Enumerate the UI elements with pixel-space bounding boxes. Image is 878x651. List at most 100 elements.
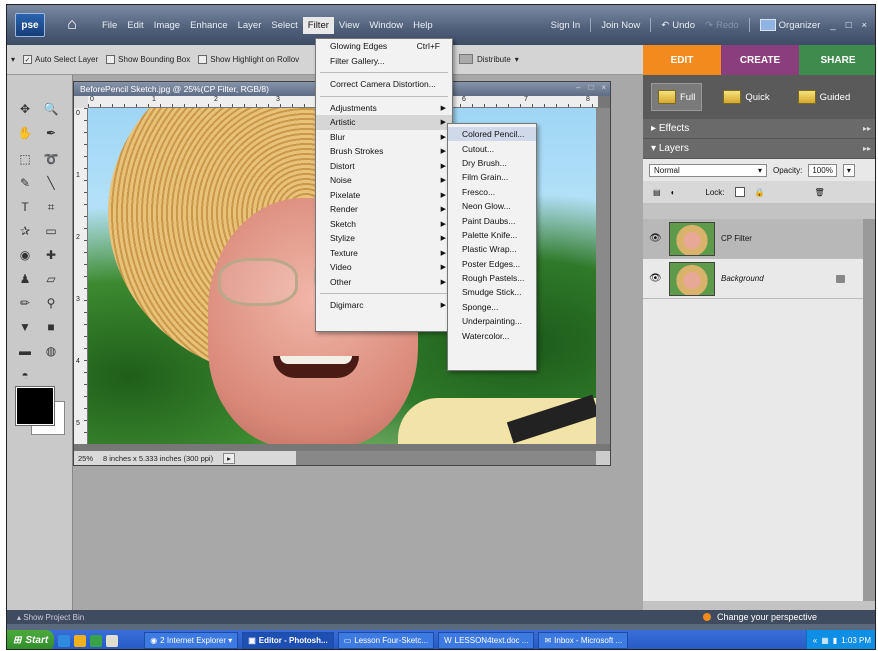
auto-select-option[interactable]: ✓ Auto Select Layer (23, 55, 98, 64)
menu-item-correct-camera-distortion[interactable]: Correct Camera Distortion... (316, 77, 452, 92)
smart-brush-tool-icon[interactable]: ⚲ (41, 293, 61, 313)
submenu-item-rough-pastels[interactable]: Rough Pastels... (448, 271, 536, 285)
status-menu-arrow-icon[interactable]: ▸ (223, 452, 235, 464)
menu-item-artistic[interactable]: Artistic ▶ (316, 115, 452, 130)
submenu-item-palette-knife[interactable]: Palette Knife... (448, 228, 536, 242)
doc-minimize-button[interactable]: – (576, 83, 580, 92)
visibility-eye-icon[interactable]: 👁 (649, 233, 663, 244)
submenu-item-smudge-stick[interactable]: Smudge Stick... (448, 285, 536, 299)
sign-in-link[interactable]: Sign In (551, 20, 581, 31)
marquee-tool-icon[interactable]: ⬚ (15, 149, 35, 169)
menu-file[interactable]: File (97, 17, 122, 34)
zoom-tool-icon[interactable]: 🔍 (41, 99, 61, 119)
submenu-item-fresco[interactable]: Fresco... (448, 185, 536, 199)
project-bin-bar[interactable]: ▴ Show Project Bin (7, 610, 643, 624)
clock[interactable]: 1:03 PM (841, 636, 871, 645)
network-icon[interactable]: ▦ (821, 636, 829, 645)
taskbar-item-outlook[interactable]: ✉ Inbox - Microsoft ... (538, 632, 629, 649)
red-eye-tool-icon[interactable]: ◉ (15, 245, 35, 265)
opacity-slider-toggle-icon[interactable]: ▾ (842, 163, 855, 177)
adjustment-layer-icon[interactable]: ◐ (671, 188, 676, 197)
menu-item-brush-strokes[interactable]: Brush Strokes ▶ (316, 144, 452, 159)
show-highlight-option[interactable]: Show Highlight on Rollov (198, 55, 299, 64)
foreground-color-swatch[interactable] (15, 386, 55, 426)
lock-all-icon[interactable]: 🔒 (755, 188, 765, 197)
taskbar-item-photoshop[interactable]: ▣ Editor - Photosh... (242, 632, 334, 649)
menu-item-other[interactable]: Other ▶ (316, 275, 452, 290)
type-tool-icon[interactable]: T (15, 197, 35, 217)
tab-edit[interactable]: EDIT (643, 45, 721, 75)
layer-row[interactable]: 👁 Background (643, 259, 863, 299)
show-highlight-checkbox[interactable] (198, 55, 208, 64)
start-button[interactable]: ⊞ Start (7, 630, 55, 649)
menu-item-stylize[interactable]: Stylize ▶ (316, 231, 452, 246)
new-layer-icon[interactable]: ▤ (653, 188, 661, 197)
layer-row[interactable]: 👁 CP Filter (643, 219, 863, 259)
crop-tool-icon[interactable]: ⌗ (41, 197, 61, 217)
shape-tool-icon[interactable]: ▬ (15, 341, 35, 361)
submenu-item-dry-brush[interactable]: Dry Brush... (448, 156, 536, 170)
undo-button[interactable]: ↶ Undo (661, 20, 695, 31)
tab-create[interactable]: CREATE (721, 45, 799, 75)
menu-item-blur[interactable]: Blur ▶ (316, 130, 452, 145)
media-quicklaunch-icon[interactable] (90, 634, 103, 647)
home-icon[interactable]: ⌂ (61, 14, 83, 36)
desktop-quicklaunch-icon[interactable] (106, 634, 119, 647)
submenu-item-watercolor[interactable]: Watercolor... (448, 328, 536, 342)
restore-button[interactable]: □ (846, 20, 852, 31)
menu-item-render[interactable]: Render ▶ (316, 202, 452, 217)
show-bbox-option[interactable]: Show Bounding Box (106, 55, 190, 64)
menu-item-distort[interactable]: Distort ▶ (316, 159, 452, 174)
healing-brush-tool-icon[interactable]: ✚ (41, 245, 61, 265)
gradient-tool-icon[interactable]: ■ (41, 317, 61, 337)
app-logo[interactable]: pse (15, 13, 45, 37)
pencil-tool-icon[interactable]: ✏ (15, 293, 35, 313)
close-button[interactable]: × (861, 20, 867, 31)
menu-window[interactable]: Window (364, 17, 408, 34)
menu-item-texture[interactable]: Texture ▶ (316, 246, 452, 261)
submenu-item-poster-edges[interactable]: Poster Edges... (448, 257, 536, 271)
menu-item-filter-gallery[interactable]: Filter Gallery... (316, 54, 452, 69)
layers-scrollbar[interactable] (863, 219, 875, 601)
menu-help[interactable]: Help (408, 17, 438, 34)
lasso-tool-icon[interactable]: ➰ (41, 149, 61, 169)
menu-layer[interactable]: Layer (233, 17, 267, 34)
brush-selection-tool-icon[interactable]: ╲ (41, 173, 61, 193)
horizontal-scrollbar[interactable] (296, 451, 596, 465)
effects-panel-header[interactable]: ▸ Effects ▸▸ (643, 119, 875, 139)
submenu-item-colored-pencil[interactable]: Colored Pencil... (448, 127, 536, 142)
trash-icon[interactable]: 🗑 (815, 188, 825, 197)
auto-select-checkbox[interactable]: ✓ (23, 55, 33, 64)
distribute-button[interactable]: Distribute ▾ (459, 54, 519, 64)
blend-mode-select[interactable]: Normal ▾ (649, 163, 767, 177)
minimize-button[interactable]: _ (830, 20, 835, 31)
submenu-item-underpainting[interactable]: Underpainting... (448, 314, 536, 328)
menu-item-video[interactable]: Video ▶ (316, 260, 452, 275)
submenu-item-neon-glow[interactable]: Neon Glow... (448, 199, 536, 213)
clone-stamp-tool-icon[interactable]: ♟ (15, 269, 35, 289)
move-tool-icon[interactable]: ✥ (15, 99, 35, 119)
zoom-level[interactable]: 25% (78, 454, 93, 463)
tab-share[interactable]: SHARE (799, 45, 875, 75)
folder-quicklaunch-icon[interactable] (74, 634, 87, 647)
menu-image[interactable]: Image (149, 17, 185, 34)
opacity-input[interactable]: 100% (808, 163, 837, 177)
taskbar-item-lesson-folder[interactable]: ▭ Lesson Four-Sketc... (337, 632, 435, 649)
doc-close-button[interactable]: × (601, 83, 606, 92)
vertical-scrollbar[interactable] (596, 108, 610, 444)
layers-panel-header[interactable]: ▾ Layers ▸▸ (643, 139, 875, 159)
sponge-tool-icon[interactable]: ◓ (15, 365, 35, 385)
blur-tool-icon[interactable]: ◍ (41, 341, 61, 361)
hand-tool-icon[interactable]: ✋ (15, 123, 35, 143)
taskbar-item-word-doc[interactable]: W LESSON4text.doc ... (438, 632, 535, 649)
menu-edit[interactable]: Edit (122, 17, 148, 34)
redo-button[interactable]: ↷ Redo (705, 20, 739, 31)
signal-icon[interactable]: ▮ (833, 636, 837, 645)
menu-item-digimarc[interactable]: Digimarc ▶ (316, 298, 452, 313)
submenu-item-film-grain[interactable]: Film Grain... (448, 170, 536, 184)
perspective-bar[interactable]: Change your perspective (643, 610, 875, 624)
menu-enhance[interactable]: Enhance (185, 17, 233, 34)
options-arrow-icon[interactable]: ▾ (11, 55, 15, 64)
eraser-tool-icon[interactable]: ▱ (41, 269, 61, 289)
menu-item-glowing-edges[interactable]: Glowing Edges Ctrl+F (316, 39, 452, 54)
